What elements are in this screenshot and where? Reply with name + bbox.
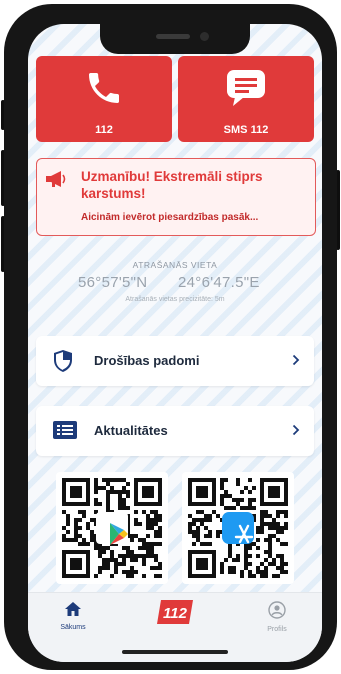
- call-112-label: 112: [95, 124, 113, 136]
- app-screen: 112 SMS 112 Uzmanību! Ekstremāli stiprs …: [28, 24, 322, 662]
- sms-112-button[interactable]: SMS 112: [178, 56, 314, 142]
- tab-112-logo[interactable]: 112: [156, 599, 194, 630]
- chevron-right-icon: [292, 423, 300, 441]
- logo-112-icon: 112: [157, 600, 193, 624]
- safety-tips-item[interactable]: Drošības padomi: [36, 336, 314, 386]
- megaphone-icon: [45, 170, 67, 193]
- sms-icon: [178, 68, 314, 108]
- speaker-grille: [156, 34, 190, 39]
- tab-home[interactable]: Sākums: [43, 601, 103, 631]
- logo-112-text: 112: [163, 605, 188, 622]
- location-caption: ATRAŠANĀS VIETA: [132, 260, 218, 270]
- phone-icon: [36, 68, 172, 108]
- tab-profile-label: Profils: [267, 626, 287, 633]
- news-label: Aktualitātes: [94, 423, 168, 438]
- extreme-heat-alert[interactable]: Uzmanību! Ekstremāli stiprs karstums! Ai…: [36, 158, 316, 236]
- latitude-value: 56°57'5"N: [78, 274, 148, 291]
- front-camera: [200, 32, 209, 41]
- longitude-value: 24°6'47.5"E: [178, 274, 260, 291]
- home-icon: [43, 601, 103, 622]
- chevron-right-icon: [292, 353, 300, 371]
- phone-frame: 112 SMS 112 Uzmanību! Ekstremāli stiprs …: [4, 4, 337, 670]
- alert-message: Aicinām ievērot piesardzības pasāk...: [81, 212, 259, 223]
- google-play-icon: [96, 512, 128, 545]
- location-accuracy: Atrašanās vietas precizitāte: 5m: [125, 296, 225, 303]
- call-112-button[interactable]: 112: [36, 56, 172, 142]
- google-play-qr-code[interactable]: [56, 472, 168, 584]
- sms-112-label: SMS 112: [223, 124, 269, 136]
- shield-icon: [52, 349, 74, 378]
- tab-home-label: Sākums: [60, 624, 86, 631]
- alert-title: Uzmanību! Ekstremāli stiprs karstums!: [81, 169, 263, 201]
- home-indicator: [122, 650, 228, 654]
- phone-notch: [100, 24, 250, 54]
- news-item[interactable]: Aktualitātes: [36, 406, 314, 456]
- app-store-icon: [222, 512, 254, 544]
- safety-tips-label: Drošības padomi: [94, 353, 200, 368]
- tab-profile[interactable]: Profils: [247, 601, 307, 633]
- news-icon: [52, 419, 78, 446]
- profile-icon: [247, 601, 307, 624]
- app-store-qr-code[interactable]: [182, 472, 294, 584]
